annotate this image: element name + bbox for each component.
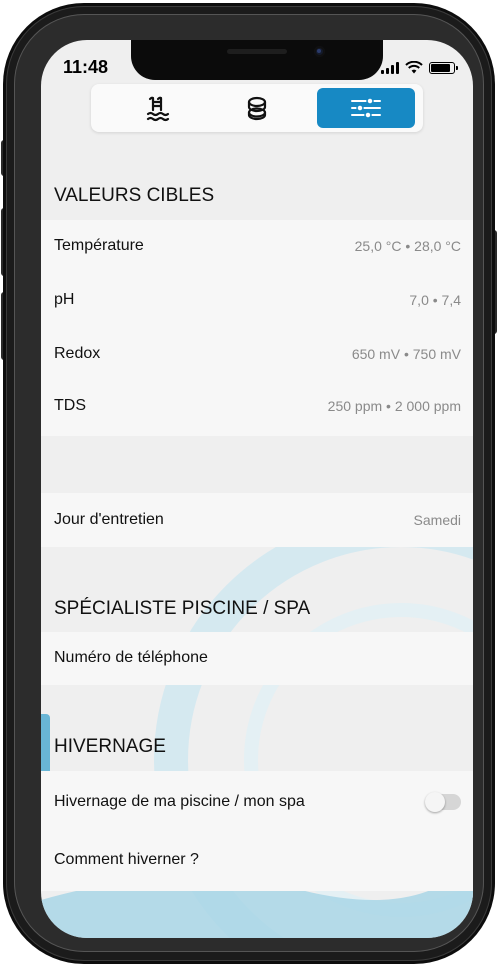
- notch: [131, 40, 383, 80]
- section-header-wintering: HIVERNAGE: [54, 736, 166, 757]
- wintering-howto-row[interactable]: Comment hiverner ?: [41, 834, 473, 886]
- target-row-temperature[interactable]: Température 25,0 °C • 28,0 °C: [41, 220, 473, 272]
- maintenance-day-row[interactable]: Jour d'entretien Samedi: [41, 494, 473, 546]
- maintenance-card: Jour d'entretien Samedi: [41, 493, 473, 547]
- row-label: pH: [54, 291, 75, 308]
- tab-products[interactable]: [208, 88, 306, 128]
- row-value: 25,0 °C • 28,0 °C: [354, 238, 461, 254]
- top-tab-bar: [91, 84, 423, 132]
- status-time: 11:48: [63, 57, 109, 77]
- target-row-redox[interactable]: Redox 650 mV • 750 mV: [41, 328, 473, 380]
- status-icons: [381, 60, 458, 74]
- section-header-specialist: SPÉCIALISTE PISCINE / SPA: [54, 598, 311, 619]
- specialist-card: Numéro de téléphone: [41, 632, 473, 685]
- wintering-toggle[interactable]: [425, 792, 461, 812]
- wifi-icon: [405, 61, 423, 74]
- tablets-icon: [247, 96, 267, 121]
- row-value: 7,0 • 7,4: [409, 292, 461, 308]
- section-header-target-values: VALEURS CIBLES: [54, 185, 215, 206]
- phone-number-row[interactable]: Numéro de téléphone: [41, 632, 473, 684]
- pool-ladder-icon: [146, 96, 170, 122]
- front-camera: [314, 46, 325, 57]
- wintering-card: Hivernage de ma piscine / mon spa Commen…: [41, 771, 473, 891]
- target-values-card: Température 25,0 °C • 28,0 °C pH 7,0 • 7…: [41, 220, 473, 436]
- target-row-tds[interactable]: TDS 250 ppm • 2 000 ppm: [41, 380, 473, 432]
- cellular-signal-icon: [381, 62, 399, 74]
- sliders-icon: [351, 97, 381, 119]
- app-screen: 11:48 VALEURS CIBLES Température 25,0 °C…: [41, 40, 473, 938]
- battery-icon: [429, 62, 458, 74]
- row-value: 650 mV • 750 mV: [351, 346, 461, 362]
- tab-settings[interactable]: [317, 88, 415, 128]
- tab-pool[interactable]: [109, 88, 207, 128]
- row-label: Numéro de téléphone: [54, 649, 208, 666]
- wintering-toggle-row: Hivernage de ma piscine / mon spa: [41, 776, 473, 828]
- target-row-ph[interactable]: pH 7,0 • 7,4: [41, 274, 473, 326]
- row-label: Température: [54, 237, 144, 254]
- row-label: Hivernage de ma piscine / mon spa: [54, 793, 305, 810]
- row-label: Redox: [54, 345, 101, 362]
- row-label: TDS: [54, 397, 86, 414]
- toggle-knob: [425, 792, 445, 812]
- row-label: Jour d'entretien: [54, 511, 164, 528]
- row-value: 250 ppm • 2 000 ppm: [327, 398, 461, 414]
- row-label: Comment hiverner ?: [54, 851, 199, 868]
- speaker-grille: [227, 49, 287, 54]
- row-value: Samedi: [413, 512, 461, 528]
- stage: 11:48 VALEURS CIBLES Température 25,0 °C…: [0, 0, 498, 965]
